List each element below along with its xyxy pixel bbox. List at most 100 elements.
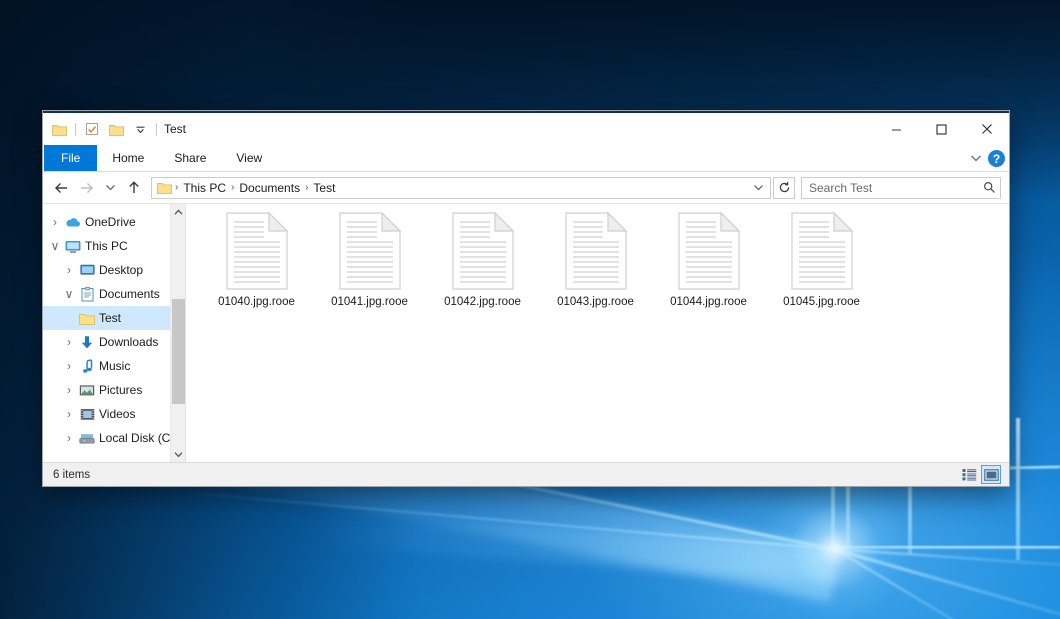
chevron-down-icon[interactable] — [748, 178, 768, 198]
sidebar-item-downloads[interactable]: › Downloads — [43, 330, 185, 354]
breadcrumb: › This PC › Documents › Test — [174, 181, 748, 195]
back-button[interactable] — [51, 177, 73, 199]
view-mode-buttons — [959, 465, 1001, 484]
sidebar-item-pictures[interactable]: › Pictures — [43, 378, 185, 402]
chevron-right-icon[interactable]: › — [61, 407, 77, 421]
minimize-button[interactable] — [874, 113, 919, 145]
file-name-label: 01042.jpg.rooe — [444, 296, 521, 308]
maximize-button[interactable] — [919, 113, 964, 145]
breadcrumb-item-test[interactable]: Test — [309, 181, 339, 195]
scroll-up-icon[interactable] — [171, 204, 186, 220]
up-button[interactable] — [123, 177, 145, 199]
sidebar-item-label: Local Disk (C:) — [97, 431, 178, 445]
file-item[interactable]: 01042.jpg.rooe — [426, 210, 539, 332]
title-bar: Test — [43, 113, 1009, 145]
chevron-right-icon[interactable]: › — [61, 431, 77, 445]
item-count-label: 6 items — [53, 469, 90, 481]
file-name-label: 01044.jpg.rooe — [670, 296, 747, 308]
properties-icon[interactable] — [82, 119, 102, 139]
address-bar-row: › This PC › Documents › Test — [43, 172, 1009, 203]
large-icons-view-button[interactable] — [981, 465, 1001, 484]
file-explorer-window: Test File Home Share View ? — [42, 110, 1010, 487]
close-button[interactable] — [964, 113, 1009, 145]
search-box[interactable] — [801, 177, 1001, 199]
file-name-label: 01043.jpg.rooe — [557, 296, 634, 308]
sidebar-item-label: Videos — [97, 407, 135, 421]
sidebar-item-documents[interactable]: ∨ Documents — [43, 282, 185, 306]
file-item[interactable]: 01040.jpg.rooe — [200, 210, 313, 332]
sidebar-item-label: Test — [97, 311, 121, 325]
quick-access-toolbar — [49, 119, 159, 139]
film-icon — [77, 408, 97, 421]
chevron-down-icon[interactable] — [970, 154, 982, 163]
picture-icon — [77, 384, 97, 397]
sidebar-item-label: Downloads — [97, 335, 158, 349]
generic-document-icon — [226, 212, 288, 290]
generic-document-icon — [339, 212, 401, 290]
explorer-body: › OneDrive ∨ This PC — [43, 203, 1009, 462]
chevron-right-icon[interactable]: › — [61, 335, 77, 349]
file-name-label: 01045.jpg.rooe — [783, 296, 860, 308]
file-item[interactable]: 01045.jpg.rooe — [765, 210, 878, 332]
tab-home[interactable]: Home — [97, 145, 159, 171]
breadcrumb-item-this-pc[interactable]: This PC — [179, 181, 230, 195]
file-name-label: 01040.jpg.rooe — [218, 296, 295, 308]
file-item[interactable]: 01043.jpg.rooe — [539, 210, 652, 332]
chevron-right-icon[interactable]: › — [61, 383, 77, 397]
tab-view[interactable]: View — [221, 145, 277, 171]
details-view-button[interactable] — [959, 465, 979, 484]
file-item[interactable]: 01044.jpg.rooe — [652, 210, 765, 332]
wallpaper-glow-core — [760, 473, 910, 619]
sidebar-item-label: This PC — [83, 239, 128, 253]
generic-document-icon — [565, 212, 627, 290]
desktop-icon — [77, 264, 97, 276]
sidebar-item-label: Desktop — [97, 263, 143, 277]
navigation-pane: › OneDrive ∨ This PC — [43, 204, 186, 462]
file-item[interactable]: 01041.jpg.rooe — [313, 210, 426, 332]
ribbon-right-controls: ? — [970, 145, 1005, 172]
chevron-right-icon[interactable]: › — [47, 215, 63, 229]
folder-icon — [156, 181, 174, 194]
qat-title-separator — [156, 123, 157, 136]
generic-document-icon — [791, 212, 853, 290]
help-icon[interactable]: ? — [988, 150, 1005, 167]
folder-icon — [77, 312, 97, 325]
sidebar-item-test[interactable]: Test — [43, 306, 185, 330]
forward-button[interactable] — [75, 177, 97, 199]
breadcrumb-item-documents[interactable]: Documents — [235, 181, 304, 195]
chevron-right-icon[interactable]: › — [61, 359, 77, 373]
new-folder-icon[interactable] — [106, 119, 126, 139]
sidebar-item-desktop[interactable]: › Desktop — [43, 258, 185, 282]
sidebar-item-this-pc[interactable]: ∨ This PC — [43, 234, 185, 258]
folder-icon[interactable] — [49, 119, 69, 139]
chevron-down-icon[interactable]: ∨ — [61, 287, 77, 301]
documents-icon — [77, 287, 97, 302]
sidebar-item-onedrive[interactable]: › OneDrive — [43, 210, 185, 234]
sidebar-item-music[interactable]: › Music — [43, 354, 185, 378]
tab-file[interactable]: File — [44, 145, 97, 171]
sidebar-item-local-disk-c[interactable]: › Local Disk (C:) — [43, 426, 185, 450]
window-title: Test — [164, 122, 186, 136]
search-input[interactable] — [809, 181, 983, 195]
chevron-down-icon[interactable]: ∨ — [47, 239, 63, 253]
tab-share[interactable]: Share — [159, 145, 221, 171]
sidebar-item-videos[interactable]: › Videos — [43, 402, 185, 426]
ribbon-tab-bar: File Home Share View ? — [43, 145, 1009, 172]
hard-drive-icon — [77, 432, 97, 445]
search-icon[interactable] — [983, 181, 996, 194]
chevron-right-icon[interactable]: › — [61, 263, 77, 277]
download-arrow-icon — [77, 335, 97, 350]
sidebar-scrollbar-thumb[interactable] — [172, 299, 185, 404]
recent-locations-button[interactable] — [99, 177, 121, 199]
refresh-icon[interactable] — [773, 177, 795, 199]
sidebar-scrollbar[interactable] — [170, 204, 185, 462]
chevron-down-icon[interactable] — [130, 119, 150, 139]
scroll-down-icon[interactable] — [171, 446, 186, 462]
sidebar-item-label: Pictures — [97, 383, 142, 397]
monitor-icon — [63, 240, 83, 253]
qat-separator — [75, 123, 76, 136]
file-list-pane[interactable]: 01040.jpg.rooe 01041.jpg.rooe — [186, 204, 1009, 462]
address-bar[interactable]: › This PC › Documents › Test — [151, 177, 771, 199]
window-controls — [874, 113, 1009, 145]
generic-document-icon — [452, 212, 514, 290]
